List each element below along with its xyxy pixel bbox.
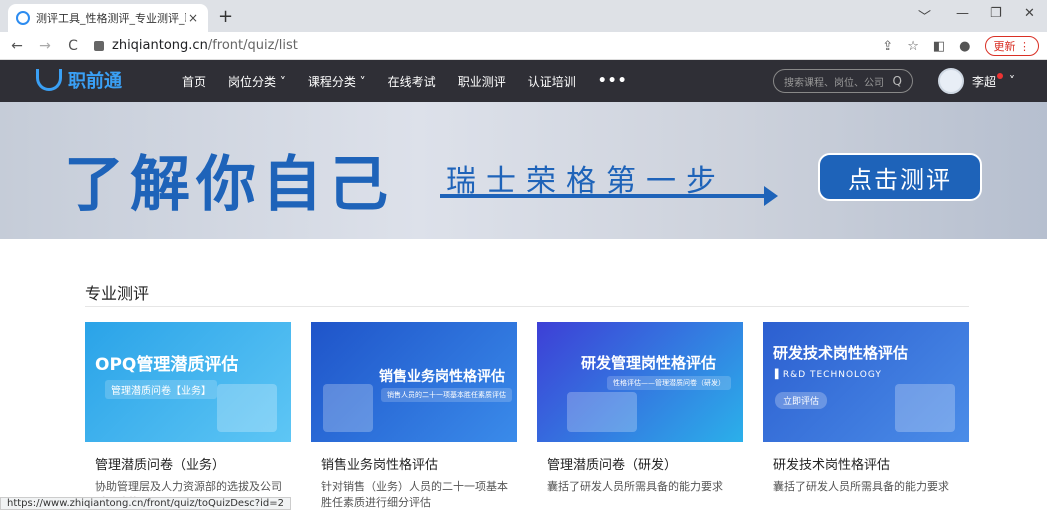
notification-dot: [997, 73, 1004, 79]
card-thumb-title: 研发管理岗性格评估: [581, 354, 717, 372]
assessment-card[interactable]: 研发管理岗性格评估 性格评估——管理潜质问卷（研发） 管理潜质问卷（研发） 囊括…: [537, 322, 743, 512]
lock-icon: [94, 40, 104, 51]
side-panel-icon[interactable]: ◧: [933, 39, 945, 54]
assessment-card[interactable]: 销售业务岗性格评估 销售人员的二十一项基本胜任素质评估 销售业务岗性格评估 针对…: [311, 322, 517, 512]
banner-arrow-line: [440, 194, 770, 198]
status-bar-url: https://www.zhiqiantong.cn/front/quiz/to…: [0, 497, 291, 510]
site-favicon-icon: [16, 11, 30, 25]
nav-item-courses[interactable]: 课程分类 ˅: [308, 73, 366, 90]
tab-close-icon[interactable]: ×: [186, 11, 200, 25]
evaluate-now-button[interactable]: 立即评估: [775, 392, 828, 409]
card-thumb-subtitle: 管理潜质问卷【业务】: [105, 380, 217, 399]
minimize-button[interactable]: —: [956, 6, 969, 21]
forward-arrow-icon[interactable]: →: [34, 38, 56, 54]
card-thumb-english: ▌R&D TECHNOLOGY: [775, 370, 882, 380]
update-button[interactable]: 更新 ⋮: [984, 36, 1039, 56]
browser-toolbar-right: ⇪ ☆ ◧ ● 更新 ⋮: [882, 36, 1039, 56]
card-thumb-title: OPQ管理潜质评估: [95, 355, 239, 375]
card-name[interactable]: 研发技术岗性格评估: [763, 454, 969, 473]
start-assessment-button[interactable]: 点击测评: [818, 153, 982, 201]
nav-more-icon[interactable]: •••: [598, 73, 628, 89]
search-placeholder: 搜索课程、岗位、公司: [784, 77, 884, 89]
card-thumbnail[interactable]: 研发管理岗性格评估 性格评估——管理潜质问卷（研发）: [537, 322, 743, 442]
card-thumb-title: 销售业务岗性格评估: [379, 369, 505, 385]
card-name[interactable]: 管理潜质问卷（研发）: [537, 454, 743, 473]
url-host: zhiqiantong.cn: [112, 38, 208, 53]
url-field[interactable]: zhiqiantong.cn/front/quiz/list: [94, 38, 894, 53]
section-title: 专业测评: [85, 284, 150, 303]
card-thumb-subtitle: 性格评估——管理潜质问卷（研发）: [607, 376, 731, 390]
card-illustration: [323, 384, 373, 432]
nav-item-positions[interactable]: 岗位分类 ˅: [228, 73, 286, 90]
site-logo[interactable]: 职前通: [36, 67, 122, 93]
nav-item-certification[interactable]: 认证培训: [528, 73, 576, 90]
user-menu[interactable]: 李超 ˅: [938, 68, 1015, 94]
main-nav: 首页 岗位分类 ˅ 课程分类 ˅ 在线考试 职业测评 认证培训 •••: [182, 60, 628, 102]
back-arrow-icon[interactable]: ←: [6, 38, 28, 54]
banner-arrow-head-icon: [764, 186, 778, 206]
card-thumbnail[interactable]: OPQ管理潜质评估 管理潜质问卷【业务】: [85, 322, 291, 442]
avatar: [938, 68, 964, 94]
nav-item-career-assessment[interactable]: 职业测评: [458, 73, 506, 90]
update-label: 更新: [993, 40, 1016, 53]
nav-item-home[interactable]: 首页: [182, 73, 206, 90]
card-thumbnail[interactable]: 研发技术岗性格评估 ▌R&D TECHNOLOGY 立即评估: [763, 322, 969, 442]
banner-headline: 了解你自己: [64, 150, 394, 220]
assessment-card[interactable]: OPQ管理潜质评估 管理潜质问卷【业务】 管理潜质问卷（业务） 协助管理层及人力…: [85, 322, 291, 512]
address-bar: ← → C zhiqiantong.cn/front/quiz/list ⇪ ☆…: [0, 32, 1047, 60]
card-thumb-subtitle: 销售人员的二十一项基本胜任素质评估: [381, 388, 512, 402]
card-name[interactable]: 管理潜质问卷（业务）: [85, 454, 291, 473]
card-illustration: [217, 384, 277, 432]
browser-tab-bar: 测评工具_性格测评_专业测评_职 × + ﹀ — ❐ ✕: [0, 0, 1047, 32]
user-name: 李超: [972, 74, 997, 89]
share-icon[interactable]: ⇪: [882, 39, 893, 54]
restore-button[interactable]: ❐: [990, 6, 1002, 21]
card-description: 囊括了研发人员所需具备的能力要求: [547, 480, 723, 493]
new-tab-button[interactable]: +: [218, 6, 233, 27]
bookmark-star-icon[interactable]: ☆: [907, 39, 919, 54]
assessment-card[interactable]: 研发技术岗性格评估 ▌R&D TECHNOLOGY 立即评估 研发技术岗性格评估…: [763, 322, 969, 512]
card-description: 针对销售（业务）人员的二十一项基本胜任素质进行细分评估: [321, 480, 508, 509]
logo-mark-icon: [36, 69, 62, 91]
tab-title: 测评工具_性格测评_专业测评_职: [36, 12, 186, 25]
reload-icon[interactable]: C: [62, 38, 84, 54]
card-illustration: [895, 384, 955, 432]
search-icon[interactable]: Q: [893, 74, 902, 88]
nav-item-online-exam[interactable]: 在线考试: [388, 73, 436, 90]
browser-tab[interactable]: 测评工具_性格测评_专业测评_职 ×: [8, 4, 208, 32]
profile-icon[interactable]: ●: [959, 39, 970, 54]
card-name[interactable]: 销售业务岗性格评估: [311, 454, 517, 473]
logo-text: 职前通: [68, 71, 122, 92]
url-path: /front/quiz/list: [207, 38, 298, 53]
card-thumb-title: 研发技术岗性格评估: [773, 344, 909, 362]
card-description: 囊括了研发人员所需具备的能力要求: [773, 480, 949, 493]
card-thumbnail[interactable]: 销售业务岗性格评估 销售人员的二十一项基本胜任素质评估: [311, 322, 517, 442]
close-window-button[interactable]: ✕: [1024, 6, 1035, 21]
chevron-down-icon: ˅: [1009, 74, 1016, 88]
site-header: 职前通 首页 岗位分类 ˅ 课程分类 ˅ 在线考试 职业测评 认证培训 ••• …: [0, 60, 1047, 102]
hero-banner[interactable]: 了解你自己 瑞士荣格第一步 点击测评: [0, 102, 1047, 239]
section-divider: [85, 306, 969, 307]
tab-search-icon[interactable]: ﹀: [918, 6, 931, 25]
card-illustration: [567, 392, 637, 432]
site-search-input[interactable]: 搜索课程、岗位、公司 Q: [773, 69, 913, 93]
